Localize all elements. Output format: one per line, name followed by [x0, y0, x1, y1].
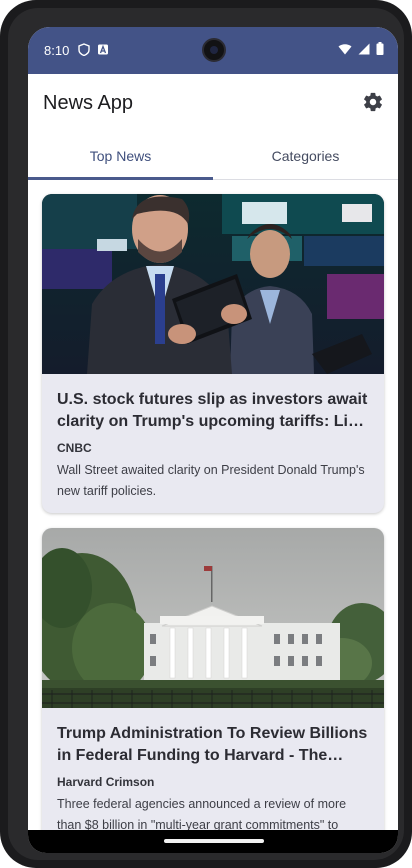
- news-card[interactable]: U.S. stock futures slip as investors awa…: [42, 194, 384, 513]
- screen: 8:10 News App Top News Categories U.S. s…: [28, 27, 398, 853]
- battery-icon: [376, 42, 384, 55]
- article-title: U.S. stock futures slip as investors awa…: [57, 391, 368, 430]
- signal-icon: [358, 43, 370, 54]
- article-image-stock-exchange: [42, 194, 384, 374]
- status-time: 8:10: [44, 43, 70, 58]
- front-camera: [202, 38, 226, 62]
- article-image-white-house: [42, 528, 384, 708]
- settings-button[interactable]: [362, 91, 384, 113]
- article-source: CNBC: [57, 441, 92, 455]
- gear-icon: [364, 92, 382, 112]
- article-description: Three federal agencies announced a revie…: [57, 797, 347, 830]
- shield-icon: [78, 43, 90, 56]
- news-feed[interactable]: U.S. stock futures slip as investors awa…: [28, 180, 398, 830]
- article-source: Harvard Crimson: [57, 775, 155, 789]
- wifi-icon: [338, 43, 352, 54]
- tab-top-news[interactable]: Top News: [28, 132, 213, 180]
- app-bar: News App: [28, 74, 398, 132]
- home-gesture-handle[interactable]: [164, 839, 264, 843]
- app-title: News App: [43, 92, 134, 114]
- system-nav-bar: [28, 830, 398, 853]
- news-card[interactable]: Trump Administration To Review Billions …: [42, 528, 384, 830]
- tab-row: Top News Categories: [28, 132, 398, 180]
- tab-categories[interactable]: Categories: [213, 132, 398, 180]
- a-badge-icon: [98, 44, 108, 55]
- status-icons: [338, 42, 384, 55]
- status-bar: 8:10: [28, 27, 398, 74]
- device-frame: 8:10 News App Top News Categories U.S. s…: [0, 0, 412, 868]
- article-description: Wall Street awaited clarity on President…: [57, 463, 365, 498]
- article-title: Trump Administration To Review Billions …: [57, 725, 368, 764]
- device-bezel: 8:10 News App Top News Categories U.S. s…: [8, 8, 404, 860]
